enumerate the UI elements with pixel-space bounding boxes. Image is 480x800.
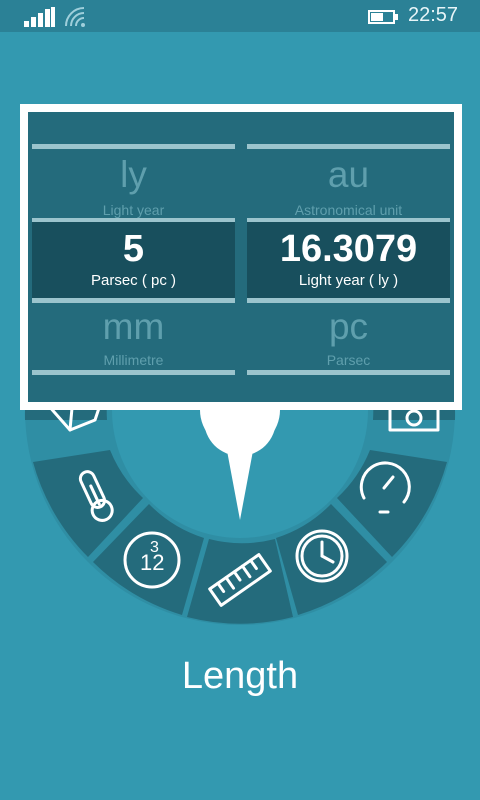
divider — [247, 370, 450, 375]
divider — [32, 370, 235, 375]
unit-name-right-top[interactable]: Astronomical unit — [247, 202, 450, 218]
unit-abbr-right-top[interactable]: au — [247, 154, 450, 196]
divider — [247, 298, 450, 303]
converter-grid: ly Light year au Astronomical unit 5 Par… — [28, 112, 454, 402]
result-value: 16.3079 — [279, 228, 418, 270]
source-unit-label: Parsec ( pc ) — [90, 272, 177, 289]
unit-abbr-left-bottom[interactable]: mm — [32, 306, 235, 348]
divider — [32, 144, 235, 149]
result-unit-label: Light year ( ly ) — [298, 272, 399, 289]
source-value-box[interactable]: 5 Parsec ( pc ) — [32, 222, 235, 298]
svg-text:3: 3 — [150, 539, 159, 556]
result-value-box[interactable]: 16.3079 Light year ( ly ) — [247, 222, 450, 298]
unit-name-left-top[interactable]: Light year — [32, 202, 235, 218]
unit-abbr-left-top[interactable]: ly — [32, 154, 235, 196]
unit-name-right-bottom[interactable]: Parsec — [247, 352, 450, 368]
divider — [32, 298, 235, 303]
unit-abbr-right-bottom[interactable]: pc — [247, 306, 450, 348]
converter-card: ly Light year au Astronomical unit 5 Par… — [20, 104, 462, 410]
divider — [247, 144, 450, 149]
source-value[interactable]: 5 — [32, 228, 235, 271]
unit-name-left-bottom[interactable]: Millimetre — [32, 352, 235, 368]
category-title: Length — [181, 655, 299, 697]
